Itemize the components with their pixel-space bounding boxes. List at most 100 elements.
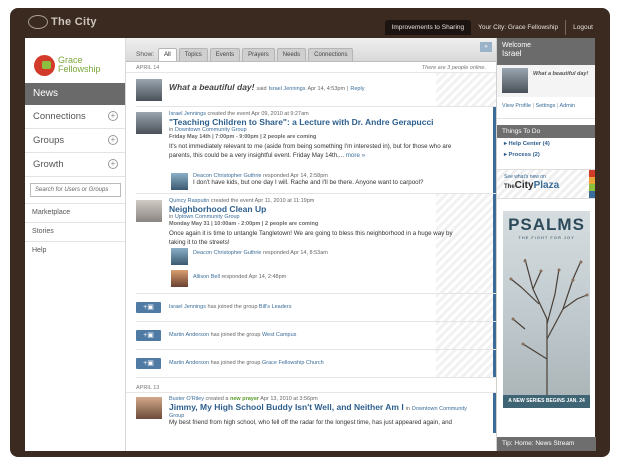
online-count: There are 3 people online. [421,65,486,71]
right-sidebar: » Welcome Israel What a beautiful day! V… [480,38,596,451]
group-link[interactable]: Grace Fellowship Church [262,360,324,366]
tab-prayers[interactable]: Prayers [242,48,275,61]
feed-list: What a beautiful day! said Israel Jennin… [126,73,496,378]
city-logo-icon [28,15,48,29]
your-city-link[interactable]: Your City: Grace Fellowship [471,20,565,35]
quote-decoration [436,73,496,106]
sidebar-item-label: Groups [33,135,65,146]
tab-needs[interactable]: Needs [276,48,307,61]
author-link[interactable]: Deacon Christopher Guthrie [193,250,261,256]
person-link[interactable]: Martin Anderson [169,360,209,366]
sidebar-item-news[interactable]: News [25,83,125,105]
reply-link[interactable]: Reply [350,86,364,92]
event-title[interactable]: "Teaching Children to Share": a Lecture … [169,117,469,127]
author-link[interactable]: Israel Jennings [268,86,305,92]
sidebar-link-help[interactable]: Help [25,241,125,260]
sidebar-link-marketplace[interactable]: Marketplace [25,203,125,222]
group-link[interactable]: West Campus [262,332,296,338]
expand-plus-icon[interactable]: + [108,111,118,121]
avatar[interactable] [171,270,188,287]
brand-label: The City [51,15,97,28]
expand-plus-icon[interactable]: + [108,135,118,145]
left-sidebar: Grace Fellowship News Connections + Grou… [25,38,126,451]
poster-banner: A NEW SERIES BEGINS JAN. 24 [503,395,590,408]
list-item: Quincy Rasputin created the event Apr 11… [136,194,496,294]
join-group-icon: +▣ [136,302,161,313]
group-link[interactable]: Bill's Leaders [259,304,292,310]
expand-plus-icon[interactable]: + [108,159,118,169]
todo-process[interactable]: ▸ Process (2) [497,149,595,160]
tab-all[interactable]: All [158,48,177,61]
app-frame: The City Improvements to Sharing Your Ci… [10,8,610,457]
city-plaza-banner[interactable]: See what's new on TheCityPlaza [497,169,595,199]
date-header: APRIL 14 There are 3 people online. [126,62,496,73]
avatar[interactable] [171,248,188,265]
expand-icon[interactable]: » [480,42,492,52]
sidebar-item-connections[interactable]: Connections + [25,105,125,129]
tab-topics[interactable]: Topics [178,48,208,61]
todo-help-center[interactable]: ▸ Help Center (4) [497,138,595,149]
prayer-body: My best friend from high school, who fel… [169,419,452,426]
event-title[interactable]: Neighborhood Clean Up [169,204,469,214]
user-status: What a beautiful day! [497,65,595,97]
poster-subtitle: THE FIGHT FOR JOY [518,235,575,240]
date-header: APRIL 13 [126,382,496,393]
tab-events[interactable]: Events [209,48,241,61]
sidebar-link-stories[interactable]: Stories [25,222,125,241]
psalms-poster[interactable]: PSALMS THE FIGHT FOR JOY A NEW SERIES BE… [503,211,590,408]
sidebar-item-label: Growth [33,159,64,170]
person-link[interactable]: Israel Jennings [169,304,206,310]
search-input[interactable]: Search for Users or Groups [30,183,121,197]
tip-bar: Tip: Home: News Stream [497,437,596,451]
top-nav: Improvements to Sharing Your City: Grace… [384,20,600,35]
reply-text: I don't have kids, but one day I will. R… [193,179,424,186]
color-bars-decoration [589,170,595,198]
join-group-icon: +▣ [136,330,161,341]
avatar[interactable] [136,112,162,134]
more-link[interactable]: more » [346,152,365,159]
view-profile-link[interactable]: View Profile [502,103,531,109]
logout-link[interactable]: Logout [565,20,600,35]
top-bar: The City Improvements to Sharing Your Ci… [10,8,610,38]
list-item: +▣ Martin Anderson has joined the group … [136,322,496,350]
sidebar-item-growth[interactable]: Growth + [25,153,125,177]
list-item: +▣ Martin Anderson has joined the group … [136,350,496,378]
avatar[interactable] [171,173,188,190]
event-body: It's not immediately relevant to me (asi… [169,143,452,159]
avatar[interactable] [136,200,162,222]
group-link[interactable]: Uptown Community Group [175,214,240,220]
news-feed: Show: All Topics Events Prayers Needs Co… [126,38,496,451]
grace-logo-icon [34,54,55,76]
admin-link[interactable]: Admin [560,103,576,109]
list-item: Buster O'Riley created a new prayer Apr … [136,393,496,433]
status-quote: What a beautiful day! [169,82,255,92]
sidebar-item-groups[interactable]: Groups + [25,129,125,153]
avatar[interactable] [136,397,162,419]
the-city-logo[interactable]: The City [28,15,97,29]
tree-branches-image [509,258,589,395]
avatar[interactable] [502,68,528,93]
event-when: Monday May 31 | 10:00am - 2:00pm | 2 peo… [169,221,319,227]
date-label: APRIL 13 [136,385,160,391]
settings-link[interactable]: Settings [535,103,555,109]
things-to-do-header: Things To Do [497,125,595,138]
church-logo[interactable]: Grace Fellowship [25,38,125,83]
church-name-line2: Fellowship [58,64,101,74]
event-body: Once again it is time to untangle Tangle… [169,230,453,246]
avatar[interactable] [136,79,162,101]
person-link[interactable]: Martin Anderson [169,332,209,338]
tab-connections[interactable]: Connections [308,48,354,61]
list-item: +▣ Israel Jennings has joined the group … [136,294,496,322]
list-item: What a beautiful day! said Israel Jennin… [136,73,496,107]
list-item: Israel Jennings created the event Apr 09… [136,107,496,194]
author-link[interactable]: Allison Bell [193,274,220,280]
status-text: What a beautiful day! [533,71,589,77]
user-name: Israel [502,49,522,58]
join-group-icon: +▣ [136,358,161,369]
improvements-link[interactable]: Improvements to Sharing [384,20,472,35]
prayer-title[interactable]: Jimmy, My High School Buddy Isn't Well, … [169,402,404,412]
user-links: View Profile | Settings | Admin [497,97,595,119]
date-label: APRIL 14 [136,65,160,71]
poster-title: PSALMS [508,215,585,234]
group-link[interactable]: Downtown Community Group [175,127,247,133]
